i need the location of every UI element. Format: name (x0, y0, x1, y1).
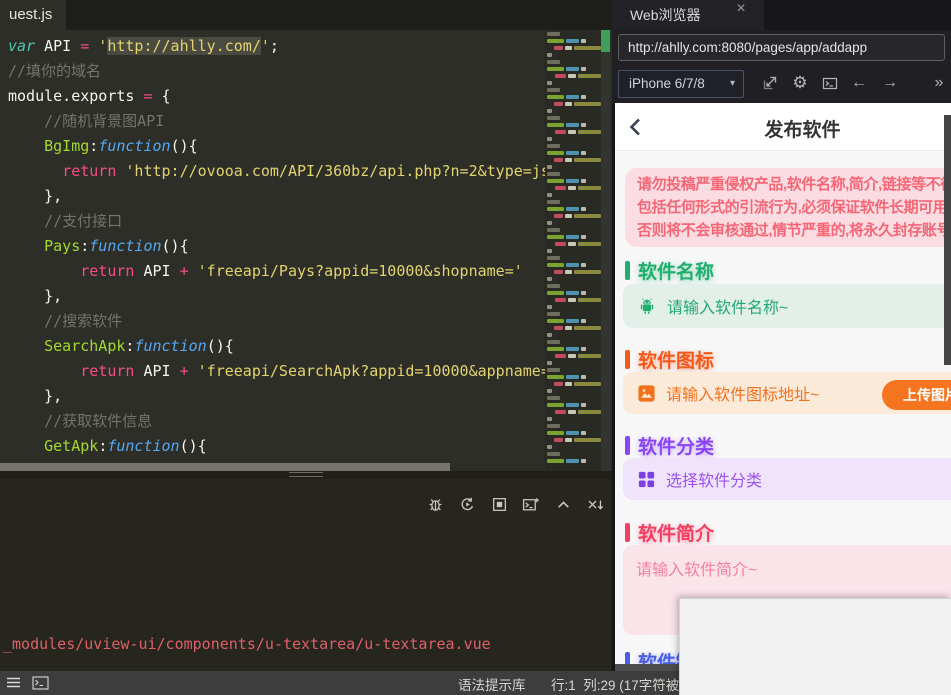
new-terminal-icon[interactable] (522, 495, 540, 513)
clear-close-icon[interactable] (586, 495, 604, 513)
section-heading-app-description: 软件简介 (625, 520, 714, 545)
upload-image-button[interactable]: 上传图片 (882, 380, 951, 410)
page-title: 发布软件 (764, 120, 841, 141)
code-line: }, (8, 287, 63, 305)
app-name-input[interactable]: 请输入软件名称~ (623, 284, 951, 328)
popup-overlay-panel (679, 598, 951, 695)
more-tools-icon[interactable]: » (928, 71, 950, 95)
device-select-value: iPhone 6/7/8 (629, 76, 705, 91)
code-line: //搜索软件 (8, 312, 123, 330)
heading-bar (625, 522, 630, 542)
code-line: //支付接口 (8, 212, 123, 230)
code-line: //获取软件信息 (8, 412, 153, 430)
open-external-icon[interactable] (759, 71, 781, 95)
terminal-icon[interactable] (32, 676, 49, 690)
editor-tab-request-js[interactable]: uest.js (0, 0, 67, 30)
app-name-placeholder: 请输入软件名称~ (667, 300, 789, 317)
minimap[interactable] (545, 30, 601, 471)
code-line: SearchApk:function(){ (44, 337, 234, 355)
section-heading-app-icon: 软件图标 (625, 347, 714, 372)
console-toolbar (426, 495, 604, 513)
browser-toolbar: iPhone 6/7/8 ▾ ⚙ ← → » (612, 66, 951, 103)
code-line: return API + 'freeapi/Pays?appid=10000&s… (80, 262, 523, 280)
code-line: return 'http://ovooa.com/API/360bz/api.p… (62, 162, 545, 180)
app-category-placeholder: 选择软件分类 (666, 473, 763, 490)
syntax-lib-status[interactable]: 语法提示库 (458, 674, 526, 694)
code-line: }, (8, 387, 63, 405)
heading-bar (625, 435, 630, 455)
code-line: var API = 'http://ahlly.com/'; (8, 37, 279, 55)
cursor-position-status: 行:1 列:29 (17字符被 (551, 678, 680, 693)
editor-horizontal-scrollbar[interactable] (0, 463, 450, 471)
code-line: Pays:function(){ (44, 237, 189, 255)
back-arrow-icon[interactable]: ← (848, 71, 870, 95)
console-log-line: _modules/uview-ui/components/u-textarea/… (3, 635, 491, 653)
section-heading-app-name: 软件名称 (625, 258, 714, 283)
section-heading-app-category: 软件分类 (625, 433, 714, 458)
app-category-select[interactable]: 选择软件分类 (623, 458, 951, 500)
browser-horizontal-scrollbar[interactable] (615, 664, 681, 671)
code-line: //填你的域名 (8, 62, 102, 80)
gear-icon[interactable]: ⚙ (789, 71, 811, 95)
collapse-panel-icon[interactable] (554, 495, 572, 513)
chevron-down-icon: ▾ (729, 78, 735, 89)
code-area[interactable]: var API = 'http://ahlly.com/'; //填你的域名 mod… (8, 34, 545, 464)
code-line: GetApk:function(){ (44, 437, 207, 455)
code-line: //随机背景图API (8, 112, 165, 130)
grid-icon (637, 470, 656, 489)
code-editor[interactable]: var API = 'http://ahlly.com/'; //填你的域名 mod… (0, 30, 612, 471)
url-input[interactable]: http://ahlly.com:8080/pages/app/addapp (618, 34, 945, 61)
restart-icon[interactable] (458, 495, 476, 513)
code-line: module.exports = { (8, 87, 171, 105)
app-icon-placeholder: 请输入软件图标地址~ (666, 387, 820, 404)
image-icon (637, 384, 656, 403)
browser-vertical-scrollbar[interactable] (944, 115, 951, 365)
web-browser-pane: Web浏览器 × http://ahlly.com:8080/pages/app… (612, 0, 951, 671)
browser-url-row: http://ahlly.com:8080/pages/app/addapp (612, 30, 951, 66)
browser-tab-close-icon[interactable]: × (730, 0, 752, 18)
android-icon (637, 296, 657, 316)
hbuilderx-window: uest.js var API = 'http://ahlly.com/'; //… (0, 0, 951, 695)
code-line: return API + 'freeapi/SearchApk?appid=10… (80, 362, 545, 380)
minimap-scroll-thumb[interactable] (601, 30, 610, 52)
console-panel: _modules/uview-ui/components/u-textarea/… (0, 479, 612, 671)
console-splitter[interactable] (0, 471, 612, 479)
editor-tabbar: uest.js (0, 0, 612, 30)
warning-notice: 请勿投稿严重侵权产品,软件名称,简介,链接等不得包括任何形式的引流行为,必须保证… (625, 168, 951, 247)
mobile-page-preview: 发布软件 请勿投稿严重侵权产品,软件名称,简介,链接等不得包括任何形式的引流行为… (615, 103, 951, 666)
heading-bar (625, 260, 630, 280)
browser-tabbar: Web浏览器 × (612, 0, 951, 30)
code-line: }, (8, 187, 63, 205)
menu-hamburger-icon[interactable] (6, 675, 21, 690)
heading-bar (625, 349, 630, 369)
device-select[interactable]: iPhone 6/7/8 ▾ (618, 70, 744, 98)
forward-arrow-icon[interactable]: → (879, 71, 901, 95)
editor-pane: uest.js var API = 'http://ahlly.com/'; //… (0, 0, 612, 695)
stop-icon[interactable] (490, 495, 508, 513)
open-console-icon[interactable] (819, 71, 841, 95)
splitter-handle-icon (289, 472, 323, 477)
code-line: BgImg:function(){ (44, 137, 198, 155)
minimap-scroll-track[interactable] (601, 30, 610, 471)
page-header: 发布软件 (615, 103, 951, 151)
debug-bug-icon[interactable] (426, 495, 444, 513)
